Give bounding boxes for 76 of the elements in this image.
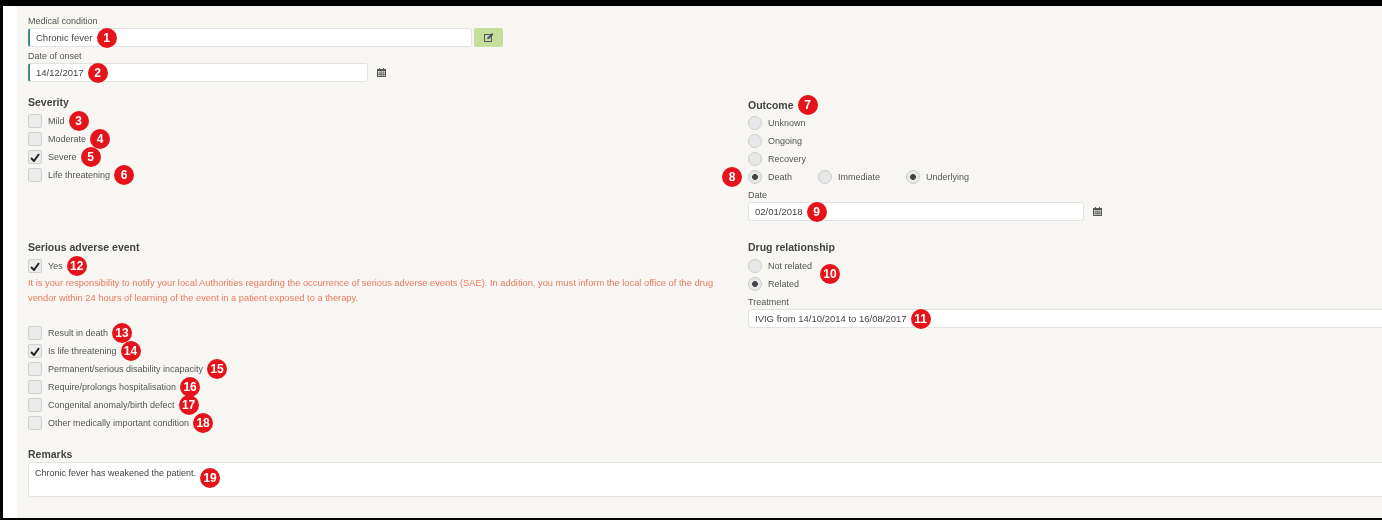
date-field[interactable]: 02/01/2018 9 xyxy=(748,202,1084,221)
option-label: Other medically important condition xyxy=(48,418,190,428)
radio-button[interactable] xyxy=(748,134,762,148)
radio-button[interactable] xyxy=(748,170,762,184)
warning-text: It is your responsibility to notify your local Authorities regarding the occurrence of serious adverse events (SAE). In addition, you must inform the local office of the drug vendor within 24 hours of learning of the event in a patient exposed to a therapy. xyxy=(28,277,715,305)
number-marker: 14 xyxy=(120,341,141,361)
section-title: Drug relationship xyxy=(748,241,836,253)
number-marker: 11 xyxy=(910,308,931,329)
number-marker: 3 xyxy=(68,111,89,131)
checkbox[interactable] xyxy=(28,114,42,128)
option-label: Underlying xyxy=(926,172,970,182)
date-field[interactable]: 14/12/2017 2 xyxy=(28,63,368,82)
checkbox[interactable] xyxy=(28,259,42,273)
option-label: Mild xyxy=(48,116,65,126)
number-marker: 7 xyxy=(797,95,818,115)
field-label: Medical condition xyxy=(28,16,99,27)
field-label: Date of onset xyxy=(28,51,83,62)
radio-button[interactable] xyxy=(748,259,762,273)
checkbox[interactable] xyxy=(28,416,42,430)
number-marker: 10 xyxy=(820,264,841,284)
remarks-field[interactable]: Chronic fever has weakened the patient. 19 xyxy=(28,462,1382,497)
option-label: Ongoing xyxy=(768,136,803,146)
number-marker: 15 xyxy=(207,359,228,379)
option-label: Not related xyxy=(768,261,813,271)
option-label: Death xyxy=(768,172,793,182)
number-marker: 2 xyxy=(87,62,108,83)
radio-button[interactable] xyxy=(906,170,921,184)
option-label: Life threatening xyxy=(48,170,111,180)
option-label: Recovery xyxy=(768,154,806,164)
number-marker: 5 xyxy=(80,147,101,167)
number-marker: 4 xyxy=(90,129,111,149)
field-label: Treatment xyxy=(748,297,790,308)
calendar-icon[interactable] xyxy=(1093,207,1102,216)
option-label: Require/prolongs hospitalisation xyxy=(48,382,177,392)
number-marker: 16 xyxy=(180,377,201,397)
checkbox[interactable] xyxy=(28,150,42,164)
option-label: Immediate xyxy=(838,172,881,182)
number-marker: 13 xyxy=(112,323,133,343)
checkbox[interactable] xyxy=(28,168,42,182)
option-label: Yes xyxy=(48,261,63,271)
option-label: Permanent/serious disability incapacity xyxy=(48,364,204,374)
radio-button[interactable] xyxy=(748,116,762,130)
number-marker: 17 xyxy=(178,395,199,415)
edit-icon xyxy=(483,33,494,42)
option-label: Severe xyxy=(48,152,77,162)
section-title: Severity xyxy=(28,96,70,108)
number-marker: 8 xyxy=(722,167,742,187)
text-field[interactable]: Chronic fever 1 xyxy=(28,28,472,47)
number-marker: 9 xyxy=(806,201,827,222)
field-label: Date xyxy=(748,190,768,201)
section-title: Remarks xyxy=(28,448,74,460)
number-marker: 12 xyxy=(66,256,87,276)
checkbox[interactable] xyxy=(28,380,42,394)
option-label: Is life threatening xyxy=(48,346,117,356)
option-label: Congenital anomaly/birth defect xyxy=(48,400,175,410)
option-label: Result in death xyxy=(48,328,109,338)
number-marker: 6 xyxy=(114,165,135,185)
section-title: Outcome xyxy=(748,99,794,111)
number-marker: 1 xyxy=(96,27,117,48)
checkbox[interactable] xyxy=(28,344,42,358)
radio-button[interactable] xyxy=(748,152,762,166)
number-marker: 18 xyxy=(193,413,214,433)
option-label: Moderate xyxy=(48,134,87,144)
checkbox[interactable] xyxy=(28,398,42,412)
option-label: Related xyxy=(768,279,800,289)
checkbox[interactable] xyxy=(28,362,42,376)
checkbox[interactable] xyxy=(28,326,42,340)
edit-button[interactable] xyxy=(474,28,503,47)
number-marker: 19 xyxy=(200,468,221,488)
checkbox[interactable] xyxy=(28,132,42,146)
option-label: Unknown xyxy=(768,118,806,128)
section-title: Serious adverse event xyxy=(28,241,141,253)
radio-button[interactable] xyxy=(748,277,762,291)
radio-button[interactable] xyxy=(818,170,833,184)
text-field[interactable]: IVIG from 14/10/2014 to 16/08/2017 11 xyxy=(748,309,1382,328)
calendar-icon[interactable] xyxy=(377,68,386,77)
